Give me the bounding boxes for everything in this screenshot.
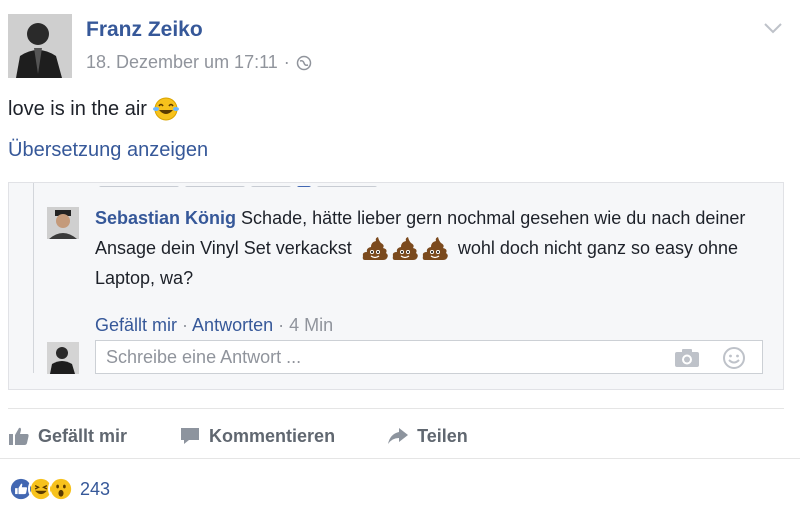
current-user-avatar	[47, 342, 79, 374]
post-timestamp[interactable]: 18. Dezember um 17:11	[86, 52, 278, 73]
globe-icon[interactable]	[296, 55, 312, 71]
comment-like-link[interactable]: Gefällt mir	[95, 315, 177, 335]
like-button-label: Gefällt mir	[38, 425, 128, 446]
author-avatar[interactable]	[8, 14, 72, 78]
divider	[0, 458, 800, 459]
share-button[interactable]: Teilen	[387, 426, 468, 447]
thumbs-up-icon	[9, 427, 29, 445]
reply-input[interactable]: Schreibe eine Antwort ...	[95, 340, 763, 374]
like-button[interactable]: Gefällt mir	[8, 426, 127, 447]
reaction-count[interactable]: 243	[80, 479, 110, 500]
post-text-content: love is in the air	[8, 97, 147, 120]
laughing-tears-emoji-icon	[152, 97, 179, 121]
post-action-bar: Gefällt mir Kommentieren Teilen	[8, 418, 784, 454]
comments-section: Sebastian König Schade, hätte lieber ger…	[8, 182, 784, 390]
post-meta: 18. Dezember um 17:11 ·	[86, 52, 312, 73]
post-header: Franz Zeiko 18. Dezember um 17:11 ·	[8, 14, 792, 78]
author-avatar-image	[8, 14, 72, 78]
comment-bubble-icon	[181, 428, 200, 444]
comment-time[interactable]: 4 Min	[289, 315, 333, 335]
commenter-name[interactable]: Sebastian König	[95, 208, 236, 228]
poop-emoji-icon	[392, 237, 418, 261]
reactions-summary[interactable]: 243	[8, 476, 110, 502]
commenter-avatar-image	[47, 207, 79, 239]
poop-emoji-icon	[362, 237, 388, 261]
translate-link[interactable]: Übersetzung anzeigen	[8, 139, 208, 162]
commenter-avatar[interactable]	[47, 207, 79, 239]
comment-action-separator: ·	[182, 315, 189, 335]
comment-button[interactable]: Kommentieren	[179, 426, 335, 447]
poop-emoji-group	[361, 236, 449, 262]
comment-reply-link[interactable]: Antworten	[192, 315, 273, 335]
share-arrow-icon	[388, 428, 409, 444]
emoji-smiley-icon[interactable]	[722, 346, 746, 370]
comment-action-separator: ·	[278, 315, 285, 335]
share-button-label: Teilen	[417, 425, 468, 446]
current-user-avatar-image	[47, 342, 79, 374]
reply-row: Schreibe eine Antwort ...	[47, 340, 767, 374]
wow-reaction-icon	[48, 476, 74, 502]
post-text: love is in the air	[8, 96, 179, 122]
divider	[8, 408, 784, 409]
poop-emoji-icon	[422, 237, 448, 261]
comments-thread-line	[33, 183, 34, 373]
comment-button-label: Kommentieren	[209, 425, 336, 446]
truncated-previous-comment	[99, 177, 429, 187]
camera-icon[interactable]	[674, 348, 700, 368]
meta-separator: ·	[283, 52, 290, 72]
author-name[interactable]: Franz Zeiko	[86, 18, 203, 42]
chevron-down-icon[interactable]	[762, 20, 784, 36]
comment-body: Sebastian König Schade, hätte lieber ger…	[95, 203, 755, 293]
comment-actions: Gefällt mir · Antworten · 4 Min	[95, 315, 333, 336]
reply-input-placeholder: Schreibe eine Antwort ...	[106, 346, 302, 367]
